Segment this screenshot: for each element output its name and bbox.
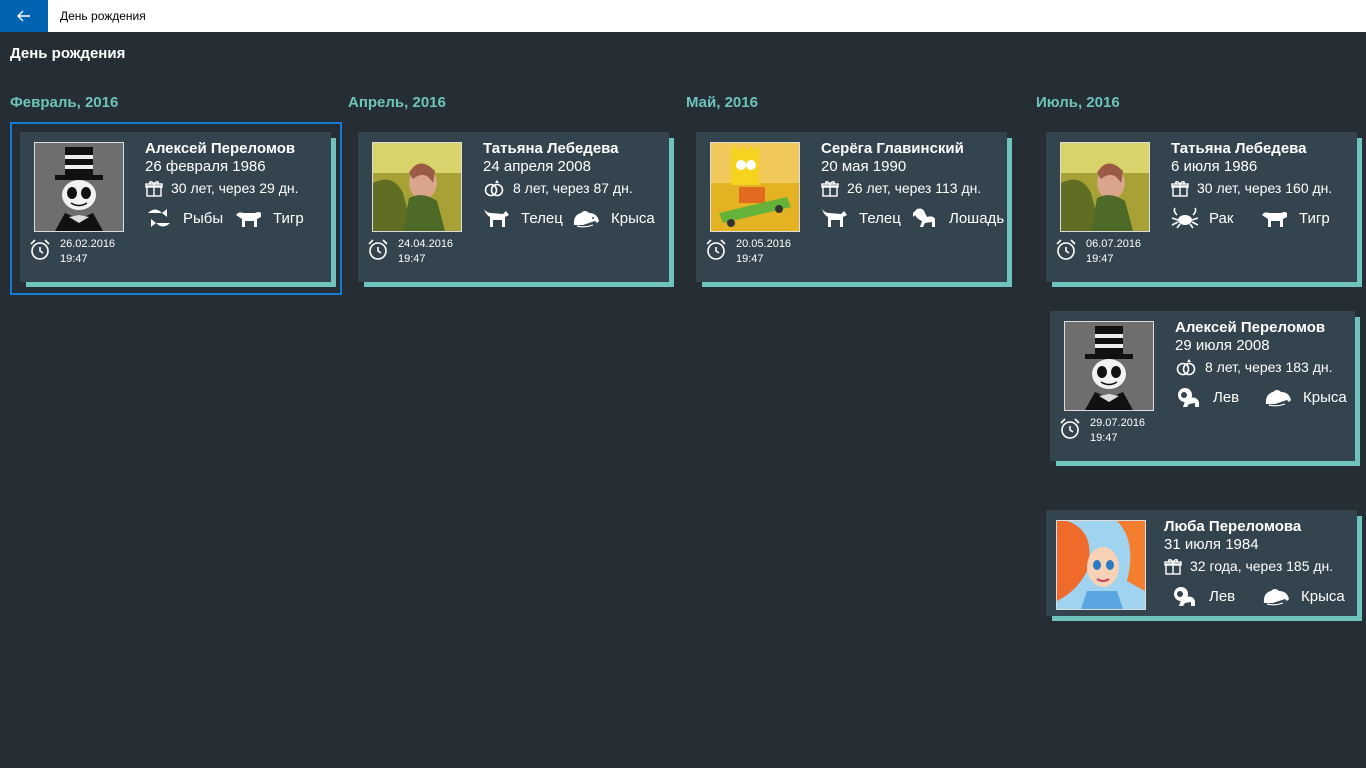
- age-text: 30 лет, через 29 дн.: [171, 180, 299, 196]
- birth-date: 26 февраля 1986: [145, 158, 266, 175]
- arrow-left-icon: [17, 10, 30, 22]
- window-title: День рождения: [60, 9, 146, 23]
- cancer-icon: [1171, 207, 1199, 229]
- chinese-zodiac-label: Крыса: [1303, 388, 1347, 406]
- birth-date: 20 мая 1990: [821, 158, 907, 175]
- page-title: День рождения: [10, 45, 126, 62]
- zodiac-label: Телец: [859, 209, 901, 227]
- taurus-icon: [822, 209, 847, 227]
- rings-icon: [484, 180, 504, 197]
- reminder-time: 19:47: [1086, 253, 1114, 265]
- alarm-clock-icon: [368, 239, 388, 260]
- alarm-clock-icon: [1056, 239, 1076, 260]
- person-name: Алексей Переломов: [1175, 319, 1326, 336]
- reminder-time: 19:47: [60, 253, 88, 265]
- reminder-time: 19:47: [398, 253, 426, 265]
- age-text: 8 лет, через 183 дн.: [1205, 359, 1333, 375]
- reminder-date: 20.05.2016: [736, 238, 792, 250]
- birthday-card[interactable]: Люба Переломова 31 июля 1984 32 года, че…: [1046, 510, 1362, 621]
- birthday-card[interactable]: Алексей Переломов 26 февраля 1986 30 лет…: [20, 132, 336, 287]
- avatar: [1060, 142, 1150, 232]
- alarm-clock-icon: [30, 239, 50, 260]
- rat-icon: [1265, 390, 1291, 407]
- reminder-time: 19:47: [736, 253, 764, 265]
- person-name: Серёга Главинский: [821, 140, 964, 157]
- reminder-date: 24.04.2016: [398, 238, 454, 250]
- birth-date: 29 июля 2008: [1175, 337, 1270, 354]
- reminder-date: 29.07.2016: [1090, 417, 1146, 429]
- birthday-card[interactable]: Серёга Главинский 20 мая 1990 26 лет, че…: [696, 132, 1012, 287]
- avatar: [372, 142, 462, 232]
- age-text: 26 лет, через 113 дн.: [847, 180, 982, 196]
- person-name: Люба Переломова: [1164, 518, 1302, 535]
- chinese-zodiac-label: Крыса: [611, 209, 655, 227]
- avatar: [710, 142, 800, 232]
- back-button[interactable]: [0, 0, 48, 32]
- person-name: Алексей Переломов: [145, 140, 296, 157]
- birthday-card[interactable]: Татьяна Лебедева 6 июля 1986 30 лет, чер…: [1046, 132, 1362, 287]
- avatar: [1056, 520, 1146, 610]
- tiger-icon: [1262, 212, 1287, 227]
- chinese-zodiac-label: Лошадь: [949, 209, 1005, 227]
- gift-icon: [1171, 181, 1189, 197]
- gift-icon: [145, 181, 163, 197]
- reminder-time: 19:47: [1090, 432, 1118, 444]
- age-text: 30 лет, через 160 дн.: [1197, 180, 1333, 196]
- zodiac-label: Рак: [1209, 209, 1234, 227]
- leo-icon: [1178, 388, 1199, 407]
- reminder: 24.04.2016 19:47: [398, 237, 453, 267]
- reminder: 06.07.2016 19:47: [1086, 237, 1141, 267]
- taurus-icon: [484, 209, 509, 227]
- birthday-card[interactable]: Татьяна Лебедева 24 апреля 2008 8 лет, ч…: [358, 132, 674, 287]
- zodiac-label: Рыбы: [183, 209, 224, 227]
- leo-icon: [1174, 587, 1195, 606]
- zodiac-label: Телец: [521, 209, 563, 227]
- age-text: 32 года, через 185 дн.: [1190, 558, 1334, 574]
- reminder: 20.05.2016 19:47: [736, 237, 791, 267]
- reminder-date: 26.02.2016: [60, 238, 116, 250]
- avatar: [34, 142, 124, 232]
- reminder: 29.07.2016 19:47: [1090, 416, 1145, 446]
- month-header: Май, 2016: [686, 94, 758, 111]
- birth-date: 31 июля 1984: [1164, 536, 1259, 553]
- month-header: Июль, 2016: [1036, 94, 1120, 111]
- avatar: [1064, 321, 1154, 411]
- gift-icon: [1164, 559, 1182, 575]
- horse-icon: [913, 208, 935, 227]
- chinese-zodiac-label: Крыса: [1301, 587, 1345, 605]
- rat-icon: [573, 211, 599, 228]
- birth-date: 24 апреля 2008: [483, 158, 591, 175]
- alarm-clock-icon: [706, 239, 726, 260]
- birth-date: 6 июля 1986: [1171, 158, 1258, 175]
- person-name: Татьяна Лебедева: [1171, 140, 1307, 157]
- chinese-zodiac-label: Тигр: [1299, 209, 1330, 227]
- tiger-icon: [236, 212, 261, 227]
- month-header: Февраль, 2016: [10, 94, 119, 111]
- zodiac-label: Лев: [1209, 587, 1236, 605]
- alarm-clock-icon: [1060, 418, 1080, 439]
- rings-icon: [1176, 359, 1196, 376]
- reminder: 26.02.2016 19:47: [60, 237, 115, 267]
- gift-icon: [821, 181, 839, 197]
- birthday-card[interactable]: Алексей Переломов 29 июля 2008 8 лет, че…: [1050, 311, 1360, 466]
- month-header: Апрель, 2016: [348, 94, 446, 111]
- title-bar: День рождения: [0, 0, 1366, 32]
- chinese-zodiac-label: Тигр: [273, 209, 304, 227]
- pisces-icon: [148, 209, 170, 227]
- reminder-date: 06.07.2016: [1086, 238, 1142, 250]
- age-text: 8 лет, через 87 дн.: [513, 180, 633, 196]
- rat-icon: [1263, 589, 1289, 606]
- person-name: Татьяна Лебедева: [483, 140, 619, 157]
- zodiac-label: Лев: [1213, 388, 1240, 406]
